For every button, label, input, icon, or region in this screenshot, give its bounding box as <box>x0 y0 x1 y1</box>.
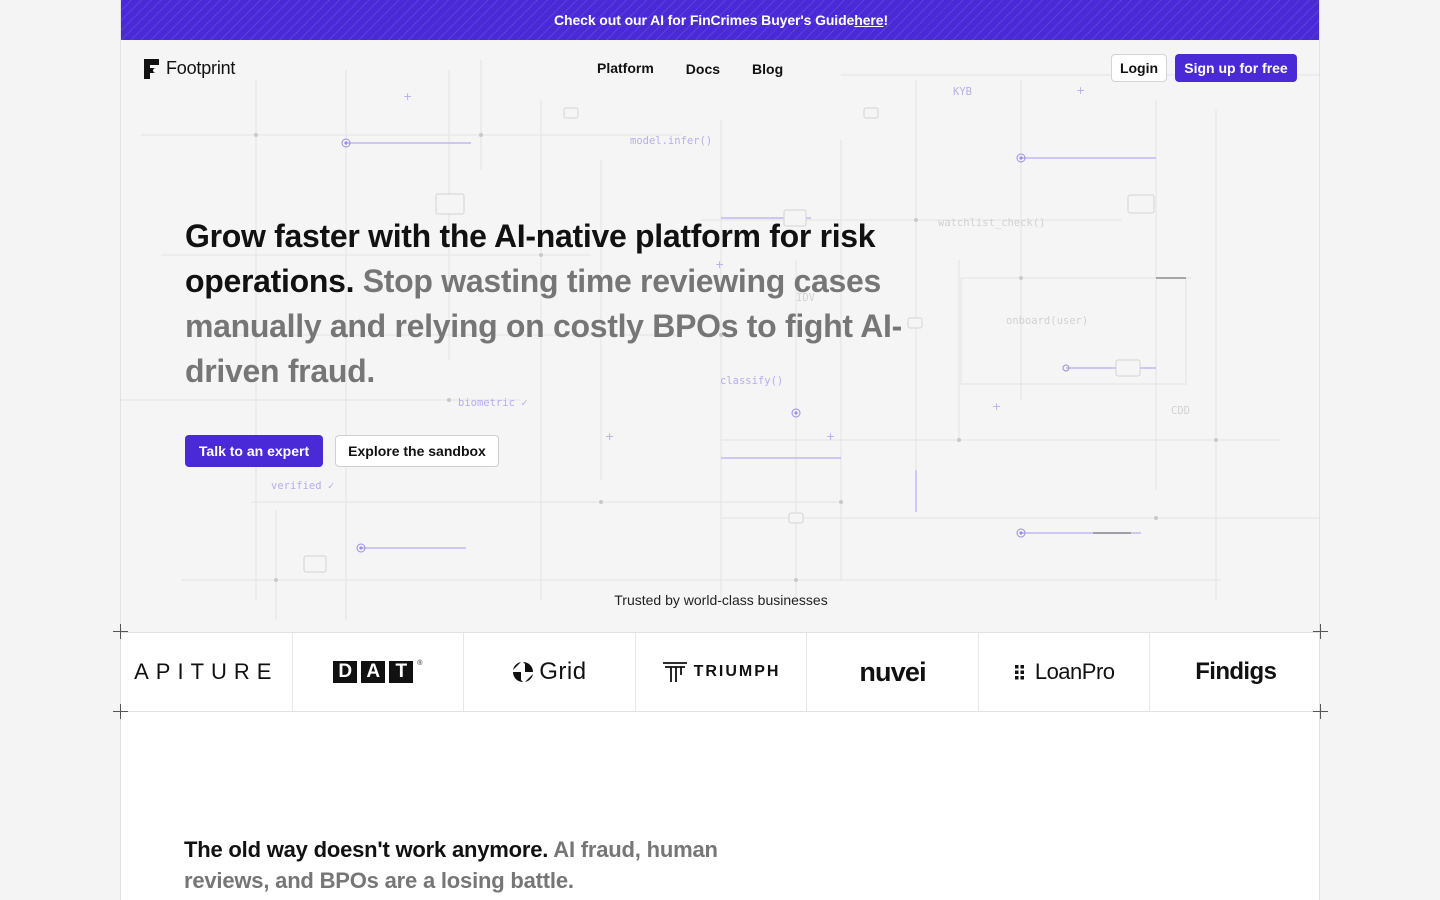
hero-headline: Grow faster with the AI-native platform … <box>185 214 905 394</box>
logo-findigs: Findigs <box>1150 633 1319 711</box>
apiture-wordmark: APITURE <box>134 659 279 684</box>
bg-label-onboard: onboard(user) <box>1006 315 1088 327</box>
corner-cross-icon <box>113 624 128 639</box>
nav-link-docs[interactable]: Docs <box>686 61 720 77</box>
bg-label-watchlist: watchlist_check() <box>938 217 1045 229</box>
triumph-wordmark: TRIUMPH <box>662 661 781 683</box>
footprint-logo-icon <box>144 58 159 79</box>
loanpro-wordmark: LoanPro <box>1014 659 1115 685</box>
corner-cross-icon <box>1313 704 1328 719</box>
logo-nuvei: nuvei <box>807 633 979 711</box>
logo-apiture: APITURE <box>121 633 293 711</box>
brand-logo[interactable]: Footprint <box>144 58 235 79</box>
triumph-text: TRIUMPH <box>693 663 781 680</box>
section-headline: The old way doesn't work anymore. AI fra… <box>184 834 784 896</box>
logo-dat: D A T ® <box>293 633 465 711</box>
loanpro-text: LoanPro <box>1034 659 1115 684</box>
nav-links: Platform Docs Blog <box>597 60 783 77</box>
loanpro-logo-icon <box>1014 665 1024 680</box>
corner-cross-icon <box>1313 624 1328 639</box>
grid-wordmark: Grid <box>512 658 586 686</box>
triumph-logo-icon <box>662 662 687 682</box>
bg-label-verified: verified ✓ <box>271 480 334 492</box>
customer-logos: APITURE D A T ® Grid TRIUMPH nuvei LoanP… <box>121 632 1319 712</box>
banner-text: Check out our AI for FinCrimes Buyer's G… <box>554 12 855 28</box>
svg-text:+: + <box>826 430 835 443</box>
dat-letter-d: D <box>333 661 358 683</box>
login-button[interactable]: Login <box>1111 54 1167 82</box>
nuvei-wordmark: nuvei <box>859 656 926 687</box>
explore-sandbox-button[interactable]: Explore the sandbox <box>335 435 499 467</box>
trusted-label: Trusted by world-class businesses <box>614 592 828 608</box>
dat-letter-t: T <box>389 661 414 683</box>
top-nav: Footprint Platform Docs Blog Login Sign … <box>121 40 1319 96</box>
corner-cross-icon <box>113 704 128 719</box>
bg-label-cdd: CDD <box>1171 405 1190 417</box>
banner-link[interactable]: here <box>854 12 883 28</box>
svg-text:+: + <box>605 430 614 443</box>
dat-letter-a: A <box>361 661 386 683</box>
dat-wordmark: D A T ® <box>333 660 423 683</box>
logo-triumph: TRIUMPH <box>636 633 808 711</box>
findigs-wordmark: Findigs <box>1195 658 1277 685</box>
grid-text: Grid <box>539 658 587 685</box>
brand-name: Footprint <box>166 58 236 78</box>
banner-suffix: ! <box>883 12 888 28</box>
logo-loanpro: LoanPro <box>979 633 1151 711</box>
talk-to-expert-button[interactable]: Talk to an expert <box>185 435 323 467</box>
logo-grid: Grid <box>464 633 636 711</box>
section-headline-strong: The old way doesn't work anymore. <box>184 837 549 862</box>
announcement-banner: Check out our AI for FinCrimes Buyer's G… <box>121 0 1319 40</box>
nav-link-blog[interactable]: Blog <box>752 61 783 77</box>
page-frame: Check out our AI for FinCrimes Buyer's G… <box>120 0 1320 900</box>
dat-registered-mark: ® <box>417 660 423 667</box>
bg-label-biometric: biometric ✓ <box>458 397 528 409</box>
bg-label-model-infer: model.infer() <box>630 135 712 147</box>
grid-logo-icon <box>513 662 534 682</box>
signup-button[interactable]: Sign up for free <box>1175 54 1297 82</box>
svg-text:+: + <box>992 400 1001 413</box>
nav-link-platform[interactable]: Platform <box>597 60 654 77</box>
